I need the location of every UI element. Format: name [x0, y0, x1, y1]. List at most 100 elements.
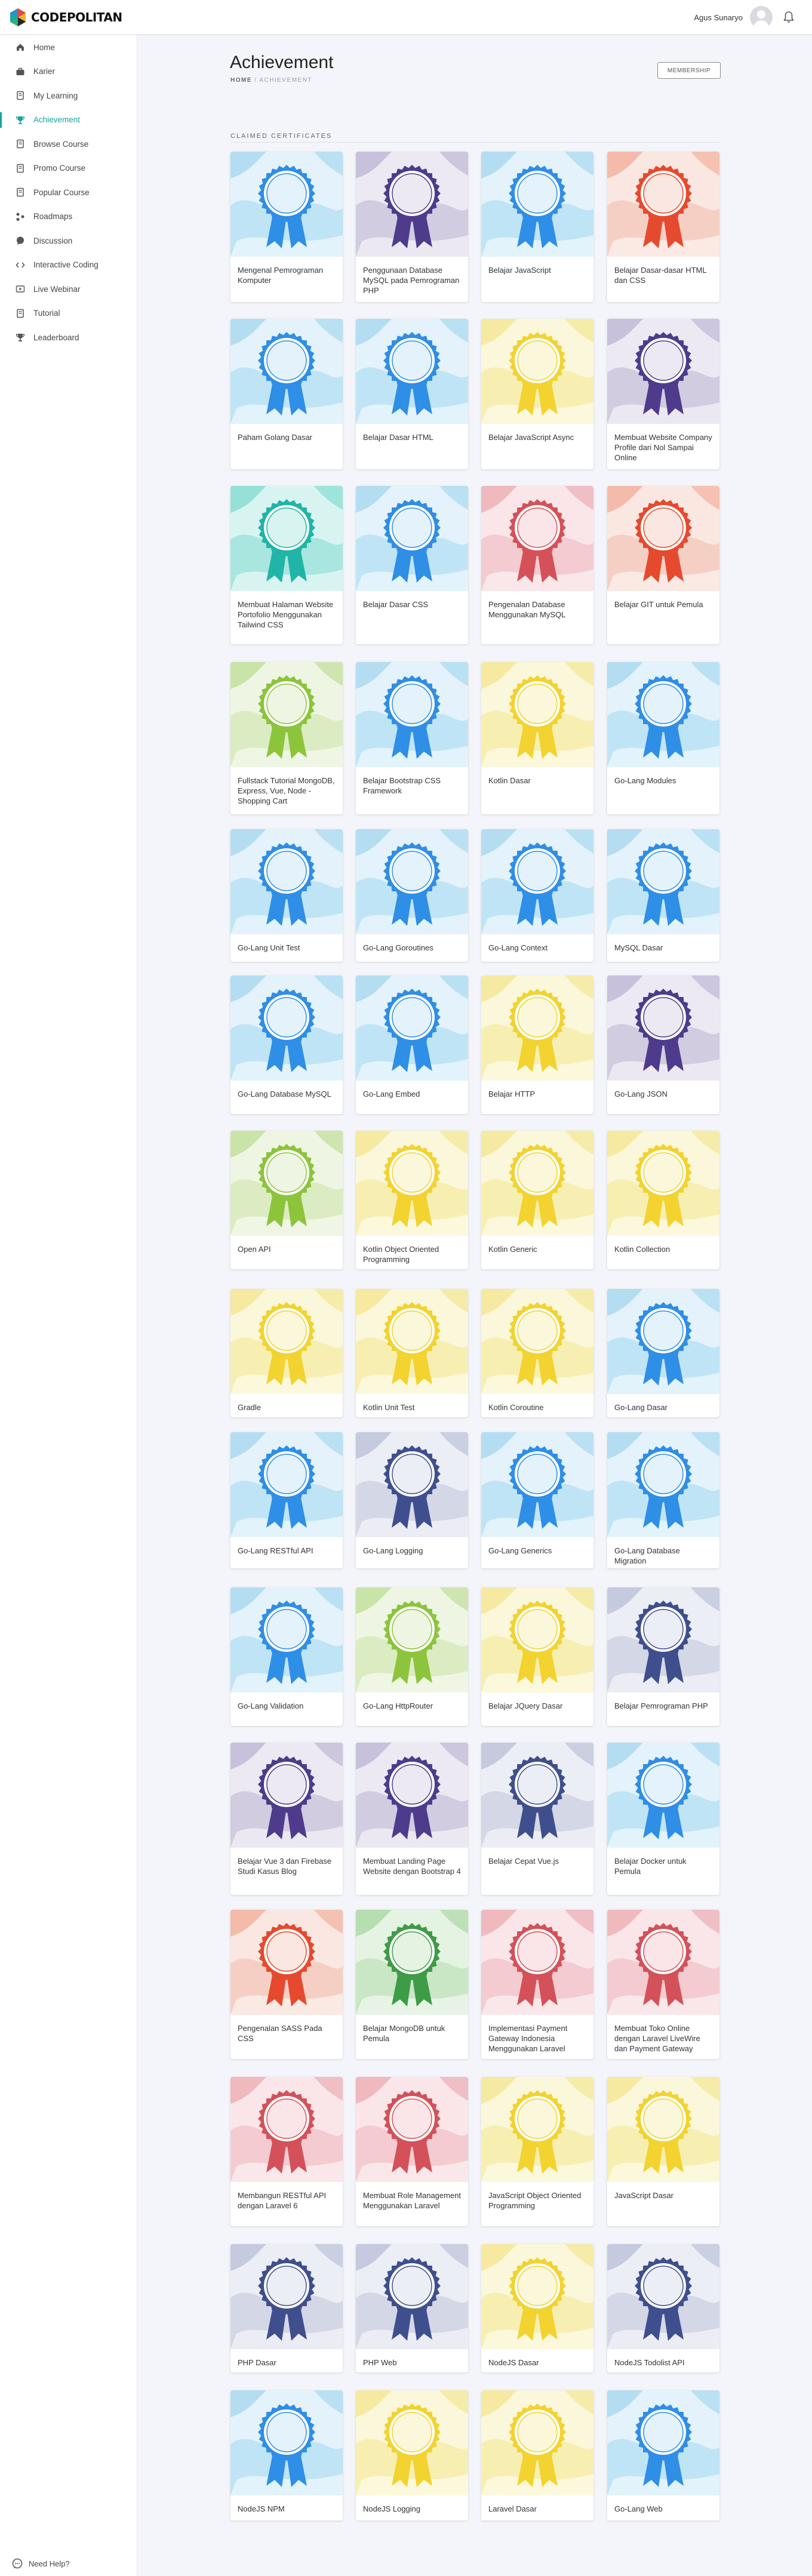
- certificate-card[interactable]: Belajar Pemrograman PHP: [607, 1587, 719, 1726]
- certificate-card[interactable]: Go-Lang Generics: [481, 1432, 593, 1568]
- certificate-card[interactable]: Go-Lang Embed: [356, 975, 468, 1114]
- bell-icon[interactable]: [783, 11, 794, 23]
- certificate-card[interactable]: Belajar GIT untuk Pemula: [607, 486, 719, 644]
- certificate-card[interactable]: NodeJS Dasar: [481, 2244, 593, 2372]
- certificate-card[interactable]: Kotlin Dasar: [481, 662, 593, 814]
- certificate-card[interactable]: Kotlin Collection: [607, 1131, 719, 1269]
- certificate-card[interactable]: Fullstack Tutorial MongoDB, Express, Vue…: [230, 662, 343, 814]
- user-name[interactable]: Agus Sunaryo: [694, 13, 743, 22]
- certificate-badge-icon: [607, 1131, 719, 1236]
- certificate-card[interactable]: Go-Lang Unit Test: [230, 829, 343, 962]
- certificate-badge-icon: [356, 486, 468, 591]
- certificate-card[interactable]: Membangun RESTful API dengan Laravel 6: [230, 2077, 343, 2226]
- certificate-card[interactable]: Belajar JavaScript Async: [481, 319, 593, 469]
- certificate-card[interactable]: Kotlin Coroutine: [481, 1289, 593, 1417]
- certificate-card[interactable]: Belajar JavaScript: [481, 152, 593, 302]
- certificate-card[interactable]: Membuat Website Company Profile dari Nol…: [607, 319, 719, 469]
- certificate-title: Go-Lang Database MySQL: [238, 1090, 331, 1098]
- sidebar-item-leaderboard[interactable]: Leaderboard: [0, 326, 137, 349]
- certificate-card[interactable]: Go-Lang Logging: [356, 1432, 468, 1568]
- certificate-card[interactable]: NodeJS Todolist API: [607, 2244, 719, 2372]
- certificate-card[interactable]: Pengenalan Database Menggunakan MySQL: [481, 486, 593, 644]
- certificate-card[interactable]: Penggunaan Database MySQL pada Pemrogram…: [356, 152, 468, 302]
- sidebar-item-roadmaps[interactable]: Roadmaps: [0, 205, 137, 228]
- certificate-card[interactable]: Belajar JQuery Dasar: [481, 1587, 593, 1726]
- certificate-card[interactable]: Paham Golang Dasar: [230, 319, 343, 469]
- book-icon: [17, 139, 24, 149]
- sidebar-item-label: Interactive Coding: [33, 260, 99, 269]
- certificate-card[interactable]: Membuat Toko Online dengan Laravel LiveW…: [607, 1910, 719, 2059]
- certificate-card[interactable]: NodeJS NPM: [230, 2390, 343, 2520]
- certificate-card[interactable]: Kotlin Unit Test: [356, 1289, 468, 1417]
- certificate-card[interactable]: Go-Lang HttpRouter: [356, 1587, 468, 1726]
- certificate-card[interactable]: Go-Lang Web: [607, 2390, 719, 2520]
- certificate-title: Belajar Dasar HTML: [363, 433, 433, 442]
- sidebar-item-live-webinar[interactable]: Live Webinar: [0, 278, 137, 300]
- need-help-link[interactable]: Need Help?: [12, 2558, 70, 2569]
- breadcrumb-home[interactable]: HOME: [230, 77, 252, 84]
- certificate-title: Belajar Dasar CSS: [363, 600, 429, 609]
- video-icon: [16, 285, 25, 293]
- certificate-card[interactable]: Membuat Role Management Menggunakan Lara…: [356, 2077, 468, 2226]
- certificate-card[interactable]: Go-Lang JSON: [607, 975, 719, 1114]
- certificate-card[interactable]: Belajar Vue 3 dan Firebase Studi Kasus B…: [230, 1743, 343, 1895]
- certificate-card[interactable]: Gradle: [230, 1289, 343, 1417]
- certificate-card[interactable]: NodeJS Logging: [356, 2390, 468, 2520]
- certificate-card[interactable]: Kotlin Object Oriented Programming: [356, 1131, 468, 1269]
- sidebar-item-karier[interactable]: Karier: [0, 60, 137, 83]
- certificate-card[interactable]: Belajar Cepat Vue.js: [481, 1743, 593, 1895]
- certificate-card[interactable]: Open API: [230, 1131, 343, 1269]
- certificate-card[interactable]: Go-Lang Validation: [230, 1587, 343, 1726]
- sidebar-item-my-learning[interactable]: My Learning: [0, 84, 137, 107]
- certificate-title: Go-Lang Database Migration: [614, 1546, 680, 1565]
- certificate-card[interactable]: Belajar Dasar HTML: [356, 319, 468, 469]
- avatar[interactable]: [750, 6, 773, 29]
- certificate-card[interactable]: PHP Dasar: [230, 2244, 343, 2372]
- certificate-badge-icon: [230, 2244, 343, 2349]
- certificate-card[interactable]: Go-Lang RESTful API: [230, 1432, 343, 1568]
- certificate-title: JavaScript Dasar: [614, 2191, 673, 2200]
- certificate-card[interactable]: Belajar Docker untuk Pemula: [607, 1743, 719, 1895]
- membership-button[interactable]: MEMBERSHIP: [657, 62, 721, 79]
- sidebar-item-promo-course[interactable]: Promo Course: [0, 157, 137, 180]
- sidebar-item-browse-course[interactable]: Browse Course: [0, 133, 137, 155]
- brand-logo[interactable]: CODEPOLITAN: [8, 8, 122, 27]
- certificate-badge-icon: [356, 1910, 468, 2015]
- certificate-card[interactable]: Go-Lang Context: [481, 829, 593, 962]
- certificate-card[interactable]: Membuat Landing Page Website dengan Boot…: [356, 1743, 468, 1895]
- certificate-card[interactable]: Go-Lang Database MySQL: [230, 975, 343, 1114]
- certificate-card[interactable]: Go-Lang Database Migration: [607, 1432, 719, 1568]
- sidebar-item-discussion[interactable]: Discussion: [0, 229, 137, 252]
- certificate-card[interactable]: Go-Lang Modules: [607, 662, 719, 814]
- certificate-card[interactable]: MySQL Dasar: [607, 829, 719, 962]
- certificate-card[interactable]: Go-Lang Goroutines: [356, 829, 468, 962]
- certificate-card[interactable]: Kotlin Generic: [481, 1131, 593, 1269]
- sidebar-item-achievement[interactable]: Achievement: [0, 109, 137, 131]
- sidebar-item-popular-course[interactable]: Popular Course: [0, 181, 137, 204]
- certificate-badge-icon: [481, 1743, 593, 1848]
- certificate-title: Go-Lang Web: [614, 2504, 663, 2513]
- certificate-card[interactable]: Pengenalan SASS Pada CSS: [230, 1910, 343, 2059]
- certificate-card[interactable]: Belajar MongoDB untuk Pemula: [356, 1910, 468, 2059]
- certificate-card[interactable]: Belajar Dasar-dasar HTML dan CSS: [607, 152, 719, 302]
- certificate-card[interactable]: JavaScript Object Oriented Programming: [481, 2077, 593, 2226]
- page-title: Achievement: [230, 53, 334, 72]
- certificate-card[interactable]: JavaScript Dasar: [607, 2077, 719, 2226]
- certificate-card[interactable]: Membuat Halaman Website Portofolio Mengg…: [230, 486, 343, 644]
- certificate-title: Kotlin Unit Test: [363, 1403, 415, 1412]
- book-icon: [17, 91, 24, 100]
- certificate-card[interactable]: Laravel Dasar: [481, 2390, 593, 2520]
- sidebar-item-tutorial[interactable]: Tutorial: [0, 302, 137, 325]
- sidebar-item-interactive-coding[interactable]: Interactive Coding: [0, 254, 137, 276]
- certificate-card[interactable]: Belajar HTTP: [481, 975, 593, 1114]
- sidebar-item-home[interactable]: Home: [0, 36, 137, 59]
- certificate-card[interactable]: Belajar Bootstrap CSS Framework: [356, 662, 468, 814]
- certificate-title: Kotlin Dasar: [488, 776, 531, 785]
- certificate-card[interactable]: Mengenal Pemrograman Komputer: [230, 152, 343, 302]
- certificate-badge-icon: [230, 1289, 343, 1394]
- certificate-card[interactable]: Implementasi Payment Gateway Indonesia M…: [481, 1910, 593, 2059]
- certificate-card[interactable]: Go-Lang Dasar: [607, 1289, 719, 1417]
- certificate-card[interactable]: PHP Web: [356, 2244, 468, 2372]
- certificate-card[interactable]: Belajar Dasar CSS: [356, 486, 468, 644]
- sidebar: Home Karier My Learning Achievement Browse C…: [0, 35, 137, 2576]
